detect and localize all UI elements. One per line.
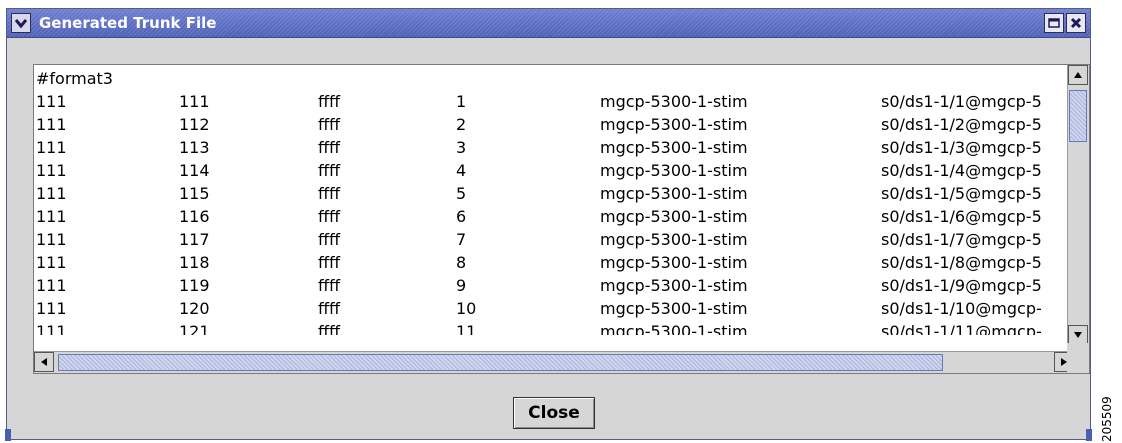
trunk-cell-col-host: mgcp-5300-1-stim [600, 161, 748, 180]
trunk-cell-col-b: 112 [179, 115, 210, 134]
trunk-cell-col-a: 111 [36, 276, 67, 295]
trunk-cell-col-a: 111 [36, 138, 67, 157]
trunk-cell-col-b: 113 [179, 138, 210, 157]
trunk-cell-col-d: 3 [456, 138, 467, 157]
trunk-cell-col-d: 10 [456, 299, 477, 318]
trunk-cell-col-host: mgcp-5300-1-stim [600, 184, 748, 203]
trunk-cell-col-b: 118 [179, 253, 210, 272]
trunk-cell-col-host: mgcp-5300-1-stim [600, 253, 748, 272]
trunk-cell-col-b: 115 [179, 184, 210, 203]
trunk-cell-col-d: 7 [456, 230, 467, 249]
trunk-cell-col-endpoint: s0/ds1-1/4@mgcp-5 [881, 161, 1042, 180]
trunk-cell-col-c: ffff [318, 253, 341, 272]
trunk-cell-col-b: 117 [179, 230, 210, 249]
vertical-scroll-thumb[interactable] [1069, 90, 1087, 142]
trunk-cell-col-d: 11 [456, 322, 477, 335]
trunk-cell-col-c: ffff [318, 230, 341, 249]
window-border-accent-left [5, 429, 11, 441]
scroll-left-button[interactable] [34, 352, 54, 372]
trunk-cell-col-c: ffff [318, 276, 341, 295]
trunk-cell-col-c: ffff [318, 161, 341, 180]
figure-id: 205509 [1100, 396, 1114, 442]
close-icon [1070, 17, 1082, 29]
trunk-cell-col-endpoint: s0/ds1-1/1@mgcp-5 [881, 92, 1042, 111]
trunk-cell-col-c: ffff [318, 299, 341, 318]
trunk-cell-col-a: 111 [36, 207, 67, 226]
window-title: Generated Trunk File [39, 14, 217, 32]
close-button[interactable]: Close [513, 397, 595, 429]
trunk-cell-col-a: 111 [36, 115, 67, 134]
maximize-button[interactable] [1044, 13, 1064, 33]
trunk-cell-col-host: mgcp-5300-1-stim [600, 138, 748, 157]
trunk-file-text-area[interactable]: #format3 111 111 ffff 1 mgcp-5300-1-stim s0/d… [33, 64, 1090, 374]
trunk-cell-col-host: mgcp-5300-1-stim [600, 322, 748, 335]
trunk-cell-col-c: ffff [318, 207, 341, 226]
window-close-button[interactable] [1066, 13, 1086, 33]
trunk-cell-col-a: 111 [36, 322, 67, 335]
arrow-up-icon [1074, 72, 1082, 78]
trunk-cell-col-endpoint: s0/ds1-1/3@mgcp-5 [881, 138, 1042, 157]
trunk-cell-col-endpoint: s0/ds1-1/5@mgcp-5 [881, 184, 1042, 203]
trunk-cell-col-b: 114 [179, 161, 210, 180]
trunk-cell-col-d: 1 [456, 92, 467, 111]
trunk-cell-col-b: 111 [179, 92, 210, 111]
trunk-cell-col-c: ffff [318, 92, 341, 111]
arrow-left-icon [41, 358, 47, 366]
trunk-cell-col-endpoint: s0/ds1-1/9@mgcp-5 [881, 276, 1042, 295]
text-viewport[interactable]: #format3 111 111 ffff 1 mgcp-5300-1-stim s0/d… [34, 65, 1074, 335]
trunk-cell-col-c: ffff [318, 138, 341, 157]
trunk-cell-col-endpoint: s0/ds1-1/10@mgcp- [881, 299, 1042, 318]
window-border-accent-right [1086, 429, 1092, 441]
trunk-cell-col-c: ffff [318, 115, 341, 134]
trunk-cell-col-a: 111 [36, 184, 67, 203]
trunk-cell-col-d: 2 [456, 115, 467, 134]
trunk-cell-col-host: mgcp-5300-1-stim [600, 276, 748, 295]
trunk-cell-col-endpoint: s0/ds1-1/11@mgcp- [881, 322, 1042, 335]
trunk-cell-col-b: 116 [179, 207, 210, 226]
trunk-cell-col-endpoint: s0/ds1-1/8@mgcp-5 [881, 253, 1042, 272]
trunk-cell-col-d: 4 [456, 161, 467, 180]
trunk-cell-col-d: 8 [456, 253, 467, 272]
trunk-cell-col-c: ffff [318, 322, 341, 335]
title-bar[interactable]: Generated Trunk File [7, 9, 1090, 38]
trunk-cell-col-host: mgcp-5300-1-stim [600, 207, 748, 226]
trunk-cell-col-host: mgcp-5300-1-stim [600, 115, 748, 134]
chevron-down-icon [14, 19, 28, 29]
horizontal-scrollbar[interactable] [34, 351, 1074, 373]
arrow-down-icon [1074, 332, 1082, 338]
trunk-cell-col-a: 111 [36, 299, 67, 318]
trunk-cell-col-c: ffff [318, 184, 341, 203]
scroll-up-button[interactable] [1068, 65, 1088, 85]
window-menu-button[interactable] [11, 13, 31, 33]
trunk-cell-col-endpoint: s0/ds1-1/7@mgcp-5 [881, 230, 1042, 249]
scroll-down-button[interactable] [1068, 325, 1088, 345]
trunk-cell-col-endpoint: s0/ds1-1/6@mgcp-5 [881, 207, 1042, 226]
maximize-icon [1048, 18, 1060, 28]
vertical-scrollbar[interactable] [1067, 65, 1089, 345]
trunk-cell-col-host: mgcp-5300-1-stim [600, 299, 748, 318]
trunk-cell-col-d: 9 [456, 276, 467, 295]
trunk-cell-col-a: 111 [36, 253, 67, 272]
trunk-cell-col-b: 121 [179, 322, 210, 335]
trunk-cell-col-a: 111 [36, 230, 67, 249]
trunk-cell-col-endpoint: s0/ds1-1/2@mgcp-5 [881, 115, 1042, 134]
trunk-cell-col-d: 6 [456, 207, 467, 226]
generated-trunk-file-window: Generated Trunk File #format3 111 111 ffff… [5, 8, 1092, 441]
horizontal-scroll-thumb[interactable] [58, 354, 943, 371]
scrollbar-corner [1067, 343, 1089, 373]
trunk-cell-col-host: mgcp-5300-1-stim [600, 92, 748, 111]
trunk-cell-col-b: 120 [179, 299, 210, 318]
trunk-cell-col-d: 5 [456, 184, 467, 203]
trunk-cell-col-a: 111 [36, 161, 67, 180]
format-header-line: #format3 [36, 69, 113, 88]
trunk-cell-col-b: 119 [179, 276, 210, 295]
trunk-cell-col-a: 111 [36, 92, 67, 111]
trunk-cell-col-host: mgcp-5300-1-stim [600, 230, 748, 249]
